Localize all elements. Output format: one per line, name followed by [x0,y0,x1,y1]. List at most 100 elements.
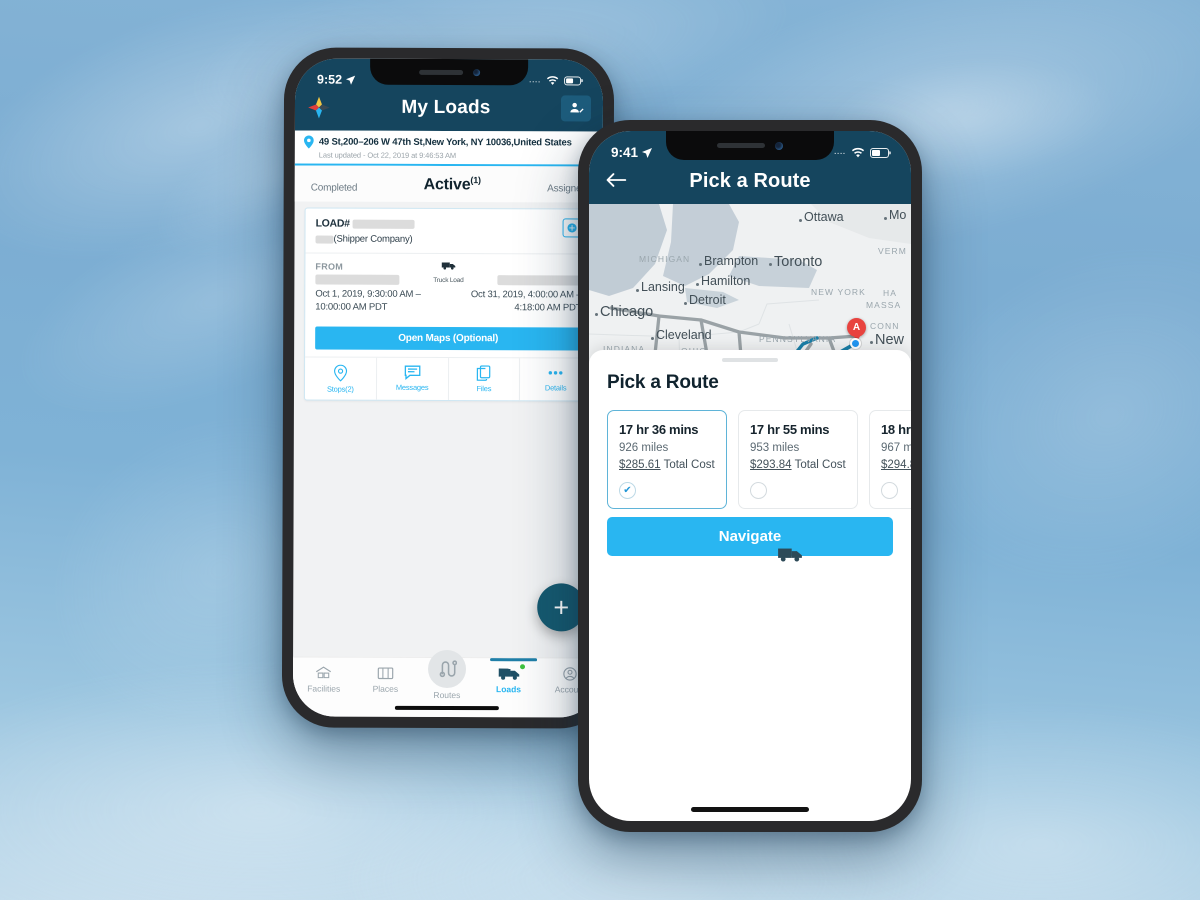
marker-a[interactable]: A [847,318,866,337]
load-card-actions: Stops(2) Messages Files Details [304,356,592,401]
route-select-checkbox[interactable]: ✔ [619,482,636,499]
truck-icon [441,262,455,270]
action-messages-label: Messages [395,382,429,392]
front-camera [472,68,480,76]
shipper-row: (Shipper Company) [315,234,414,245]
nav-label-facilities: Facilities [307,683,341,694]
map-label: Toronto [774,254,823,270]
truck-load-label: Truck Load [433,277,464,285]
page-title: My Loads [401,96,491,119]
nav-badge-dot [520,664,526,670]
map-city-dot [684,302,687,305]
from-label: FROM [315,261,344,272]
route-option-card[interactable]: 17 hr 36 mins 926 miles $285.61 Total Cost… [607,410,727,509]
user-profile-button[interactable] [560,95,592,122]
map-label: NEW YORK [811,287,866,297]
from-city-redacted [315,274,400,286]
map-book-icon [377,667,394,680]
map-label: Lansing [641,280,685,294]
nav-active-indicator [489,658,538,662]
load-number-redacted [352,219,415,229]
action-stops[interactable]: Stops(2) [304,357,377,400]
page-title: Pick a Route [689,170,811,192]
map-city-dot [651,337,654,340]
wifi-icon [851,147,865,157]
phone-screen-pick-a-route: 9:41 .... Pick a Route Ottawa Mo Toronto… [589,131,911,821]
map-city-dot [799,219,802,222]
tab-completed[interactable]: Completed [311,183,358,194]
notch [370,58,529,86]
tab-active[interactable]: Active(1) [424,175,481,195]
map-label: VERM [878,246,907,256]
truck-load-type: Truck Load [433,258,464,285]
route-total-cost: $285.61 Total Cost [619,459,715,471]
tab-active-badge: (1) [470,175,481,186]
back-arrow-icon [606,172,627,187]
status-time: 9:52 [317,72,343,87]
to-date: Oct 31, 2019, 4:00:00 AM – 4:18:00 AM PD… [470,289,582,314]
phone-screen-my-loads: 9:52 .... My Loads 49 St,200–206 W 47th … [292,58,604,718]
nav-item-loads[interactable]: Loads [478,658,540,694]
route-select-checkbox[interactable] [881,482,898,499]
map-pin-icon [333,364,347,382]
message-icon [404,365,421,380]
nav-item-routes[interactable]: Routes [416,649,478,701]
route-option-card[interactable]: 18 hr 967 m $294.8 [869,410,911,509]
route-cost-value: $285.61 [619,459,661,471]
address-line: 49 St,200–206 W 47th St,New York, NY 100… [303,135,594,149]
address-text: 49 St,200–206 W 47th St,New York, NY 100… [318,136,572,149]
home-indicator [691,807,809,812]
status-time-group: 9:52 [317,73,356,87]
load-number-row: LOAD# [316,218,415,230]
phone-my-loads: 9:52 .... My Loads 49 St,200–206 W 47th … [281,47,615,729]
signal-dots: .... [834,149,846,156]
more-dots-icon [548,371,563,375]
routes-icon-circle [427,649,467,689]
action-messages[interactable]: Messages [376,357,449,400]
home-indicator [394,705,499,711]
map-label: MASSA [866,300,902,310]
route-options-list[interactable]: 17 hr 36 mins 926 miles $285.61 Total Cost… [589,394,911,509]
route-select-checkbox[interactable] [750,482,767,499]
navigation-arrow-icon [346,75,356,85]
map-label: HA [883,288,898,298]
action-files[interactable]: Files [448,357,521,401]
route-option-card[interactable]: 17 hr 55 mins 953 miles $293.84 Total Cost [738,410,858,509]
routes-icon [439,660,458,678]
navigation-bar: Pick a Route [589,163,911,204]
route-duration: 18 hr [881,422,911,437]
files-icon [477,365,491,381]
front-camera [775,141,783,150]
sheet-grabber[interactable] [722,358,778,362]
shipper-label: (Shipper Company) [333,233,413,246]
back-button[interactable] [605,171,627,193]
map-label: Hamilton [701,274,751,288]
status-indicators: .... [529,75,582,86]
map-label: Cleveland [656,328,712,342]
account-icon [563,667,577,681]
map-label: Detroit [689,293,726,307]
route-map[interactable]: Ottawa Mo Toronto Brampton Hamilton MICHIGAN L… [589,204,911,602]
map-label: Mo [889,208,907,222]
status-time: 9:41 [611,145,639,160]
user-edit-icon [570,102,584,113]
truck-icon [498,668,519,680]
earpiece-speaker [418,69,463,75]
sheet-title: Pick a Route [607,372,719,393]
nav-item-facilities[interactable]: Facilities [293,665,355,694]
action-stops-label: Stops(2) [326,384,354,394]
map-label: Chicago [600,304,654,320]
route-duration: 17 hr 36 mins [619,422,699,437]
open-maps-button[interactable]: Open Maps (Optional) [315,326,582,351]
action-files-label: Files [476,384,492,394]
navigate-button[interactable]: Navigate [607,517,893,556]
load-card[interactable]: LOAD# (Shipper Company) Truck Load FROM … [303,207,593,402]
route-total-cost: $294.8 [881,459,911,471]
nav-label-routes: Routes [433,689,461,701]
route-cost-value: $293.84 [750,459,792,471]
map-city-dot [884,217,887,220]
load-card-route: Truck Load FROM Oct 1, 2019, 9:30:00 AM … [305,252,592,322]
current-address-bar[interactable]: 49 St,200–206 W 47th St,New York, NY 100… [294,130,603,167]
nav-item-places[interactable]: Places [355,666,417,694]
route-distance: 953 miles [750,442,800,454]
